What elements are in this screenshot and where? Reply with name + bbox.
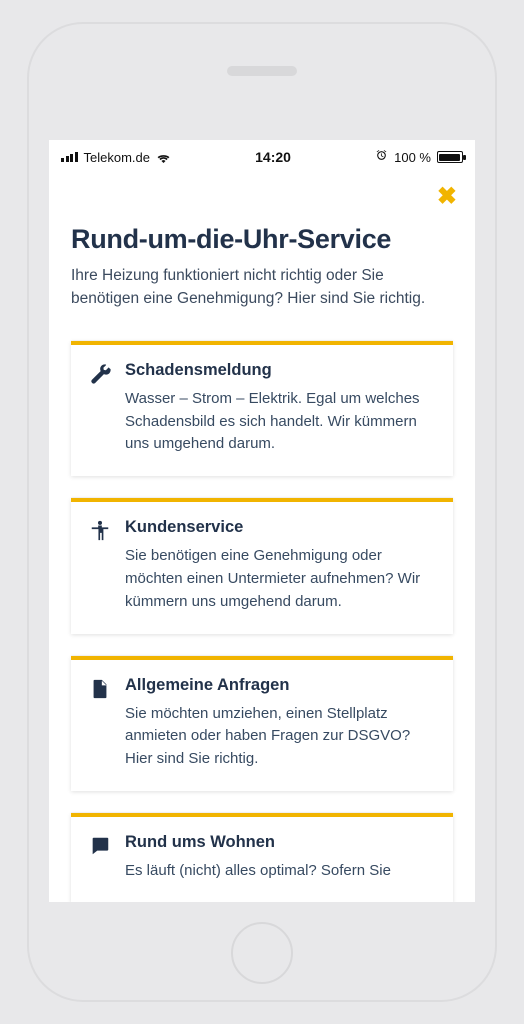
person-icon [89,518,111,613]
status-bar: Telekom.de 14:20 100 % [49,140,475,174]
battery-pct: 100 % [394,150,431,165]
card-title: Schadensmeldung [125,361,435,380]
content: Rund-um-die-Uhr-Service Ihre Heizung fun… [49,220,475,902]
chat-icon [89,833,111,883]
phone-speaker [227,66,297,76]
phone-frame: Telekom.de 14:20 100 % ✖ Rund-um-die-Uhr… [27,22,497,1002]
card-allgemeine-anfragen[interactable]: Allgemeine Anfragen Sie möchten umziehen… [71,656,453,791]
wrench-icon [89,361,111,456]
header-row: ✖ [49,174,475,220]
card-desc: Wasser – Strom – Elektrik. Egal um welch… [125,388,435,456]
card-title: Rund ums Wohnen [125,833,435,852]
document-icon [89,676,111,771]
page-title: Rund-um-die-Uhr-Service [71,224,453,255]
close-icon[interactable]: ✖ [437,185,457,209]
wifi-icon [156,152,171,163]
card-title: Kundenservice [125,518,435,537]
card-title: Allgemeine Anfragen [125,676,435,695]
carrier-label: Telekom.de [84,150,150,165]
card-desc: Es läuft (nicht) alles optimal? Sofern S… [125,860,435,883]
card-schadensmeldung[interactable]: Schadensmeldung Wasser – Strom – Elektri… [71,341,453,476]
screen: Telekom.de 14:20 100 % ✖ Rund-um-die-Uhr… [49,140,475,902]
page-subtitle: Ihre Heizung funktioniert nicht richtig … [71,265,453,311]
card-desc: Sie benötigen eine Genehmigung oder möch… [125,545,435,613]
home-button[interactable] [231,922,293,984]
card-kundenservice[interactable]: Kundenservice Sie benötigen eine Genehmi… [71,498,453,633]
signal-icon [61,152,78,162]
alarm-icon [375,149,388,165]
clock-label: 14:20 [255,149,291,165]
battery-icon [437,151,463,163]
card-rund-ums-wohnen[interactable]: Rund ums Wohnen Es läuft (nicht) alles o… [71,813,453,902]
card-desc: Sie möchten umziehen, einen Stellplatz a… [125,703,435,771]
